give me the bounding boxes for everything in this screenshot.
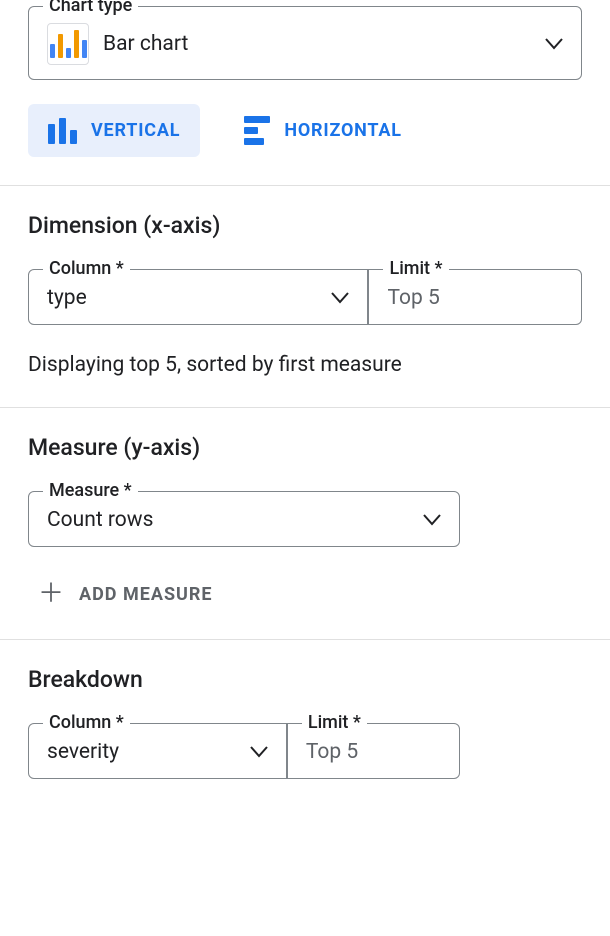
dimension-hint: Displaying top 5, sorted by first measur… xyxy=(28,353,582,377)
breakdown-limit-label: Limit * xyxy=(302,712,367,733)
dimension-limit-input[interactable]: Limit * Top 5 xyxy=(367,269,582,325)
chart-type-label: Chart type xyxy=(43,0,138,16)
breakdown-row: Column * severity Limit * Top 5 xyxy=(28,723,460,779)
vertical-bars-icon xyxy=(48,118,77,144)
breakdown-column-value: severity xyxy=(47,740,119,764)
dimension-limit-value: Top 5 xyxy=(387,286,439,310)
measure-select[interactable]: Measure * Count rows xyxy=(28,491,460,547)
dimension-row: Column * type Limit * Top 5 xyxy=(28,269,582,325)
dimension-section-title: Dimension (x-axis) xyxy=(28,212,582,239)
horizontal-bars-icon xyxy=(244,116,270,145)
breakdown-limit-value: Top 5 xyxy=(306,740,358,764)
breakdown-limit-input[interactable]: Limit * Top 5 xyxy=(286,723,460,779)
orientation-horizontal-button[interactable]: HORIZONTAL xyxy=(224,104,422,157)
divider xyxy=(0,639,610,640)
measure-label: Measure * xyxy=(43,480,138,501)
orientation-vertical-button[interactable]: VERTICAL xyxy=(28,104,200,157)
divider xyxy=(0,407,610,408)
dimension-limit-label: Limit * xyxy=(383,258,448,279)
orientation-vertical-label: VERTICAL xyxy=(91,120,180,141)
orientation-toggle: VERTICAL HORIZONTAL xyxy=(28,104,582,185)
chevron-down-icon xyxy=(250,746,268,758)
dimension-column-select[interactable]: Column * type xyxy=(28,269,368,325)
bar-chart-icon xyxy=(47,23,89,65)
breakdown-section-title: Breakdown xyxy=(28,666,582,693)
chevron-down-icon xyxy=(331,292,349,304)
breakdown-column-select[interactable]: Column * severity xyxy=(28,723,287,779)
add-measure-label: ADD MEASURE xyxy=(79,584,213,605)
breakdown-column-label: Column * xyxy=(43,712,130,733)
divider xyxy=(0,185,610,186)
chevron-down-icon xyxy=(545,38,563,50)
plus-icon: ＋ xyxy=(38,581,65,607)
orientation-horizontal-label: HORIZONTAL xyxy=(284,120,402,141)
chevron-down-icon xyxy=(423,514,441,526)
chart-type-value: Bar chart xyxy=(103,32,188,56)
dimension-column-value: type xyxy=(47,286,87,310)
measure-section-title: Measure (y-axis) xyxy=(28,434,582,461)
chart-type-select[interactable]: Chart type Bar chart xyxy=(28,6,582,80)
measure-value: Count rows xyxy=(47,508,153,532)
add-measure-button[interactable]: ＋ ADD MEASURE xyxy=(38,581,582,607)
dimension-column-label: Column * xyxy=(43,258,130,279)
